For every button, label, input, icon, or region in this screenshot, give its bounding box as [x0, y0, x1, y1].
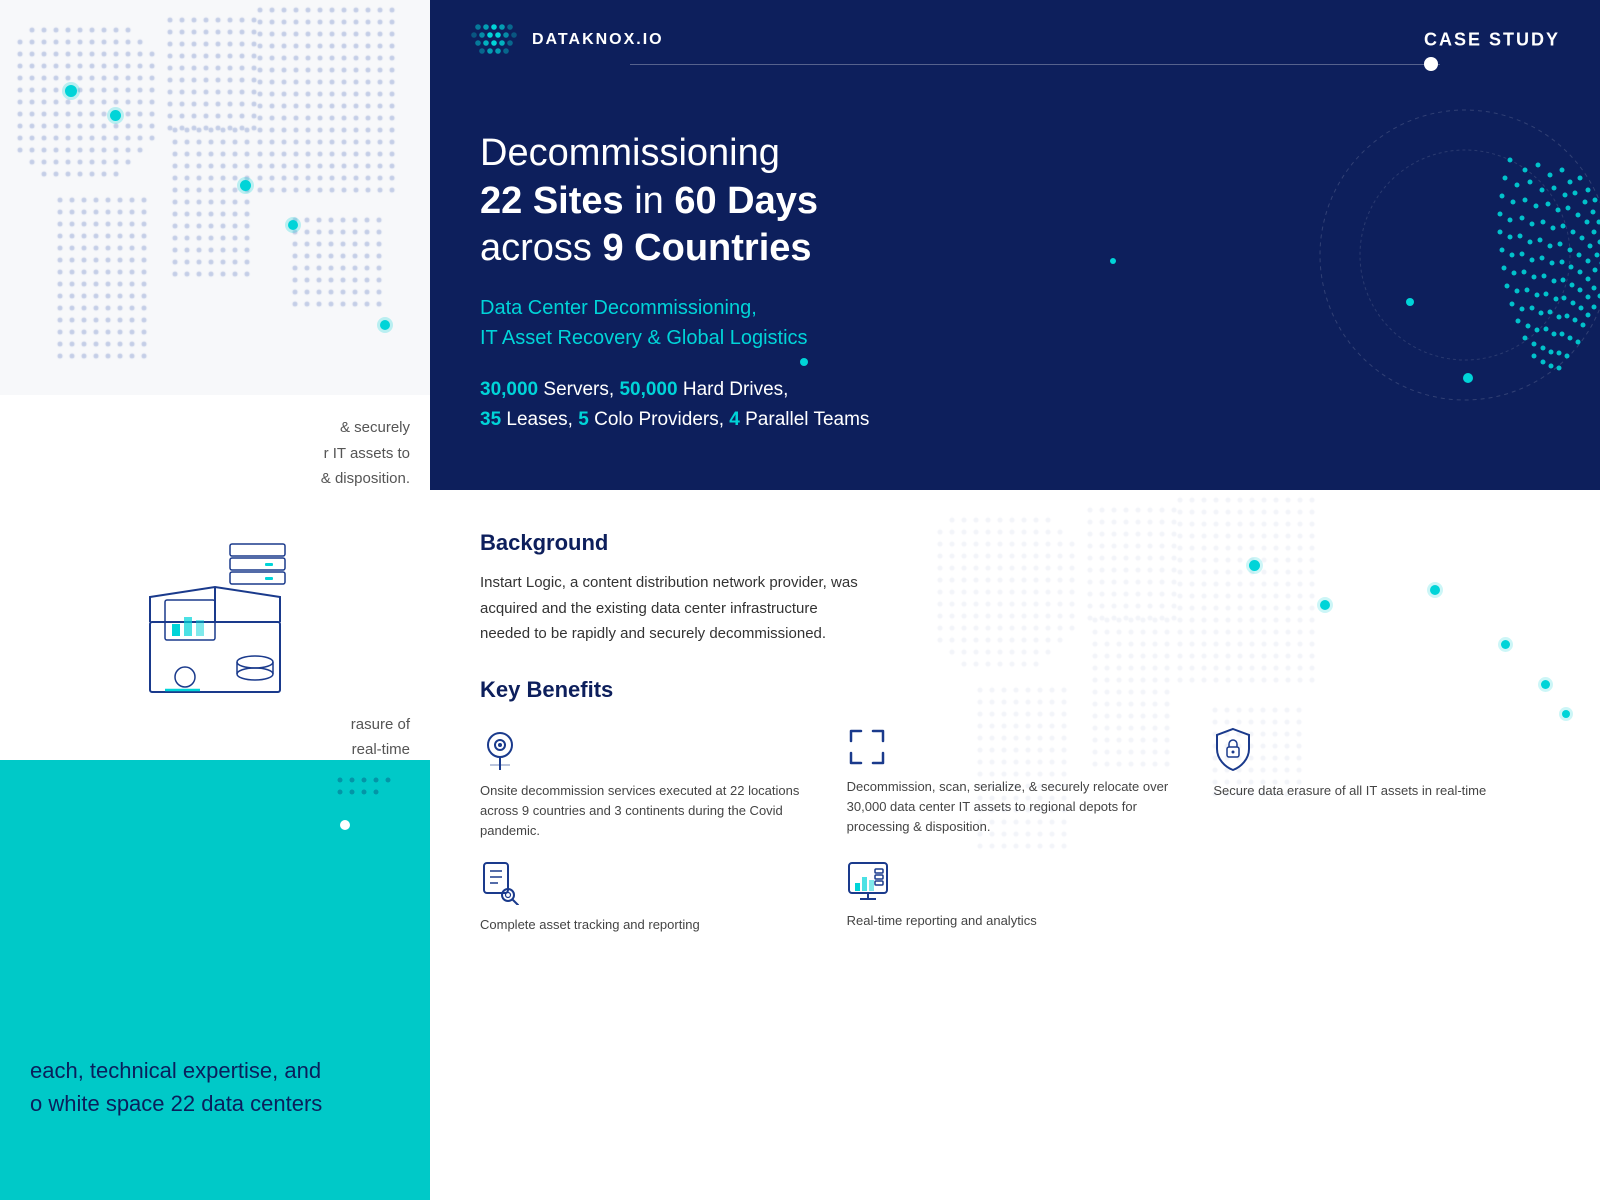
- logo-area: DATAKNOX.IO: [470, 21, 664, 59]
- location-pin-icon: [480, 727, 520, 771]
- logo-text: DATAKNOX.IO: [532, 31, 664, 49]
- content-map-dot: [1562, 710, 1570, 718]
- benefit-text-2: Decommission, scan, serialize, & securel…: [847, 777, 1184, 837]
- map-location-dot: [380, 320, 390, 330]
- benefit-item-2: Decommission, scan, serialize, & securel…: [847, 727, 1184, 841]
- content-map-dot: [1430, 585, 1440, 595]
- benefit-text-5: Real-time reporting and analytics: [847, 911, 1184, 931]
- hero-globe-decoration: [1310, 100, 1600, 420]
- box-illustration-svg: [110, 512, 320, 702]
- hero-title: Decommissioning 22 Sites in 60 Days acro…: [480, 130, 1080, 273]
- background-title: Background: [480, 530, 1550, 556]
- header: DATAKNOX.IO CASE STUDY: [430, 0, 1600, 80]
- scan-frame-icon: [847, 727, 887, 767]
- left-bottom-text-block: each, technical expertise, and o white s…: [30, 1054, 400, 1120]
- content-section: Background Instart Logic, a content dist…: [430, 490, 1600, 1200]
- benefit-item-1: Onsite decommission services executed at…: [480, 727, 817, 841]
- content-map-dot: [1249, 560, 1260, 571]
- content-map-dot: [1501, 640, 1510, 649]
- background-text: Instart Logic, a content distribution ne…: [480, 570, 870, 647]
- accent-dot: [1110, 258, 1116, 264]
- map-location-dot: [110, 110, 121, 121]
- left-white-section: & securely r IT assets to & disposition.: [0, 395, 430, 760]
- map-location-dot: [65, 85, 77, 97]
- left-panel: & securely r IT assets to & disposition.: [0, 0, 430, 1200]
- box-illustration-container: [0, 512, 430, 702]
- header-line: [630, 64, 1440, 65]
- key-benefits-title: Key Benefits: [480, 677, 1550, 703]
- hero-section: Decommissioning 22 Sites in 60 Days acro…: [430, 80, 1600, 490]
- decoration-dot: [340, 820, 350, 830]
- content-map-dot: [1320, 600, 1330, 610]
- accent-dot: [800, 358, 808, 366]
- benefit-text-3: Secure data erasure of all IT assets in …: [1213, 781, 1550, 801]
- dots-decoration: [330, 770, 410, 815]
- benefit-text-4: Complete asset tracking and reporting: [480, 915, 817, 935]
- left-text-2: rasure of real-time: [0, 702, 430, 761]
- benefit-item-4: Complete asset tracking and reporting: [480, 861, 817, 935]
- map-location-dot: [240, 180, 251, 191]
- header-circle-decoration: [1424, 57, 1438, 71]
- left-text-1: & securely r IT assets to & disposition.: [0, 415, 430, 492]
- benefit-item-5: Real-time reporting and analytics: [847, 861, 1184, 935]
- left-text-snippets: & securely r IT assets to & disposition.: [0, 395, 430, 492]
- benefit-item-3: Secure data erasure of all IT assets in …: [1213, 727, 1550, 841]
- case-study-label: CASE STUDY: [1424, 30, 1560, 51]
- left-teal-section: each, technical expertise, and o white s…: [0, 760, 430, 1200]
- benefit-text-1: Onsite decommission services executed at…: [480, 781, 817, 841]
- right-panel: DATAKNOX.IO CASE STUDY: [430, 0, 1600, 1200]
- map-location-dot: [288, 220, 298, 230]
- search-document-icon: [480, 861, 520, 905]
- shield-lock-icon: [1213, 727, 1253, 771]
- chart-icon: [847, 861, 889, 901]
- benefits-grid: Onsite decommission services executed at…: [480, 727, 1550, 936]
- logo-icon: [470, 21, 518, 59]
